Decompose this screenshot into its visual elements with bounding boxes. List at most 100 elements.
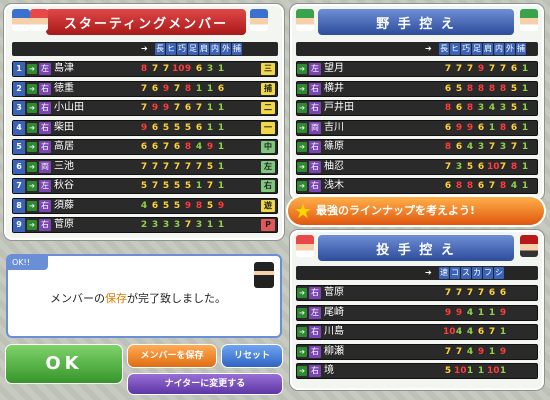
- swap-arrow-icon[interactable]: ➔: [27, 142, 37, 152]
- swap-arrow-icon[interactable]: ➔: [297, 142, 307, 152]
- player-sprite-icon: [520, 235, 538, 257]
- bench-title: 野 手 控 え: [376, 16, 456, 32]
- swap-arrow-icon[interactable]: ➔: [297, 122, 307, 133]
- handedness-badge: 右: [309, 287, 321, 299]
- swap-arrow-icon[interactable]: ➔: [27, 200, 37, 211]
- player-stat-value: 1: [521, 64, 529, 74]
- player-stat-value: 9: [444, 307, 452, 318]
- swap-arrow-icon[interactable]: ➔: [27, 64, 37, 74]
- save-member-button[interactable]: メンバーを保存: [128, 345, 216, 367]
- handedness-badge: 右: [309, 82, 321, 95]
- player-stat-value: 2: [140, 220, 148, 230]
- player-name: 戸井田: [324, 102, 354, 113]
- starting-row[interactable]: 4 ➔ 右柴田 9 6 5 5 5 6 1 1 一: [12, 119, 278, 136]
- pitcher-panel: 投 手 控 え ➔ 速コスカフシ ➔ 右菅原 7 7 7 7 6 6 ➔ 左尾崎 9 9 4 1 1 9 ➔ 右川島…: [290, 230, 544, 390]
- swap-arrow-icon[interactable]: ➔: [297, 161, 307, 172]
- fielding-position-badge: 一: [261, 121, 275, 134]
- player-stat-value: 1: [521, 103, 529, 113]
- player-stat-value: 7: [499, 161, 507, 172]
- player-stat-value: 6: [499, 288, 507, 298]
- starting-row[interactable]: 9 ➔ 右菅原 2 3 3 3 7 3 1 1 P: [12, 217, 278, 233]
- handedness-badge: 右: [309, 180, 321, 192]
- starting-row[interactable]: 7 ➔ 左秋谷 5 7 5 5 5 1 7 1 右: [12, 178, 278, 194]
- swap-arrow-icon[interactable]: ➔: [27, 161, 37, 172]
- fielding-position-badge: 三: [261, 63, 275, 75]
- swap-arrow-icon[interactable]: ➔: [297, 83, 307, 94]
- player-stat-value: 6: [444, 122, 452, 133]
- bench-row[interactable]: ➔ 両吉川 6 9 9 6 1 8 6 1: [296, 119, 538, 136]
- player-stat-value: 7: [173, 161, 181, 172]
- player-stat-value: 9: [477, 64, 485, 74]
- batting-order-number: 9: [13, 218, 25, 232]
- player-stat-value: 1: [217, 161, 225, 172]
- starting-row[interactable]: 6 ➔ 両三池 7 7 7 7 7 7 5 1 左: [12, 158, 278, 175]
- swap-arrow-icon[interactable]: ➔: [297, 327, 307, 337]
- player-stat-value: 9: [184, 64, 192, 74]
- handedness-badge: 右: [39, 121, 51, 134]
- starting-row[interactable]: 3 ➔ 右小山田 7 9 9 7 6 7 1 1 二: [12, 100, 278, 116]
- pitchers-row[interactable]: ➔ 右川島 10 4 4 6 7 1: [296, 324, 538, 340]
- swap-arrow-icon[interactable]: ➔: [297, 288, 307, 298]
- bench-row[interactable]: ➔ 右柚忍 7 3 5 6 10 7 8 1: [296, 158, 538, 175]
- pitchers-row[interactable]: ➔ 左尾崎 9 9 4 1 1 9: [296, 304, 538, 321]
- batting-order-number: 6: [13, 159, 25, 174]
- column-header-label: 肩: [199, 43, 209, 55]
- bench-row[interactable]: ➔ 左望月 7 7 7 9 7 7 6 1: [296, 61, 538, 77]
- player-stat-value: 1: [217, 142, 225, 152]
- handedness-badge: 右: [39, 102, 51, 114]
- lineup-banner: ★ 最強のラインナップを考えよう!: [288, 197, 544, 225]
- player-stat-value: 7: [162, 161, 170, 172]
- reset-button[interactable]: リセット: [222, 345, 282, 367]
- player-stat-value: 9: [206, 142, 214, 152]
- pitchers-row[interactable]: ➔ 右菅原 7 7 7 7 6 6: [296, 285, 538, 301]
- pitchers-row[interactable]: ➔ 右柳瀬 7 7 4 9 1 9: [296, 343, 538, 360]
- starting-row[interactable]: 1 ➔ 左島津 8 7 7 10 9 6 3 1 三: [12, 61, 278, 77]
- handedness-badge: 両: [309, 121, 321, 134]
- starting-title-bar: スターティングメンバー: [46, 9, 246, 35]
- player-stat-value: 1: [488, 346, 496, 357]
- player-stat-value: 6: [444, 83, 452, 94]
- player-stat-value: 1: [206, 103, 214, 113]
- column-header-label: 捕: [232, 43, 242, 55]
- player-stat-value: 1: [499, 327, 507, 337]
- swap-arrow-icon[interactable]: ➔: [27, 103, 37, 113]
- player-stat-value: 10: [487, 161, 500, 172]
- swap-arrow-icon[interactable]: ➔: [297, 307, 307, 318]
- ok-button[interactable]: OK: [6, 345, 122, 383]
- player-name: 境: [324, 365, 334, 376]
- pitchers-row[interactable]: ➔ 右境 5 10 1 1 10 1: [296, 363, 538, 379]
- player-stat-value: 6: [444, 181, 452, 191]
- player-stat-value: 6: [151, 200, 159, 211]
- swap-arrow-icon[interactable]: ➔: [297, 366, 307, 376]
- player-stat-value: 1: [488, 307, 496, 318]
- night-game-button[interactable]: ナイターに変更する: [128, 374, 282, 394]
- player-stat-value: 7: [140, 103, 148, 113]
- starting-row[interactable]: 2 ➔ 右徳重 7 6 9 7 8 1 1 6 捕: [12, 80, 278, 97]
- starting-list: 1 ➔ 左島津 8 7 7 10 9 6 3 1 三 2 ➔ 右徳重 7 6 9 7 8 1 1 6 捕 3 ➔ 右小山田 7 9 9 7 6…: [12, 61, 278, 237]
- player-stat-value: 6: [195, 64, 203, 74]
- bench-row[interactable]: ➔ 右横井 6 5 8 8 8 8 5 1: [296, 80, 538, 97]
- player-name: 小山田: [54, 102, 84, 113]
- swap-arrow-icon[interactable]: ➔: [27, 122, 37, 133]
- column-header-label: 長: [439, 43, 449, 55]
- bench-row[interactable]: ➔ 右篠原 8 6 4 3 7 3 7 1: [296, 139, 538, 155]
- column-header-label: 巧: [461, 43, 471, 55]
- starting-row[interactable]: 5 ➔ 右高居 6 6 7 6 8 4 9 1 中: [12, 139, 278, 155]
- bench-row[interactable]: ➔ 右戸井田 8 6 8 3 4 3 5 1: [296, 100, 538, 116]
- swap-arrow-icon[interactable]: ➔: [27, 220, 37, 230]
- swap-arrow-icon[interactable]: ➔: [297, 346, 307, 357]
- pitcher-list: ➔ 右菅原 7 7 7 7 6 6 ➔ 左尾崎 9 9 4 1 1 9 ➔ 右川島 10 4 4 6 7 1 ➔ 右柳瀬 7 7 4 9 1…: [296, 285, 538, 385]
- column-header-label: ヒ: [166, 43, 176, 55]
- swap-arrow-icon[interactable]: ➔: [297, 64, 307, 74]
- starting-row[interactable]: 8 ➔ 右須藤 4 6 5 5 9 8 5 9 遊: [12, 197, 278, 214]
- bench-row[interactable]: ➔ 右浅木 6 8 8 6 7 8 4 1: [296, 178, 538, 194]
- swap-arrow-icon[interactable]: ➔: [297, 103, 307, 113]
- player-name: 三池: [54, 160, 74, 172]
- swap-arrow-icon[interactable]: ➔: [297, 181, 307, 191]
- player-stat-value: 6: [510, 64, 518, 74]
- player-stat-value: 6: [151, 122, 159, 133]
- swap-arrow-icon[interactable]: ➔: [27, 83, 37, 94]
- player-stat-value: 6: [217, 83, 225, 94]
- player-stat-value: 5: [510, 83, 518, 94]
- swap-arrow-icon[interactable]: ➔: [27, 181, 37, 191]
